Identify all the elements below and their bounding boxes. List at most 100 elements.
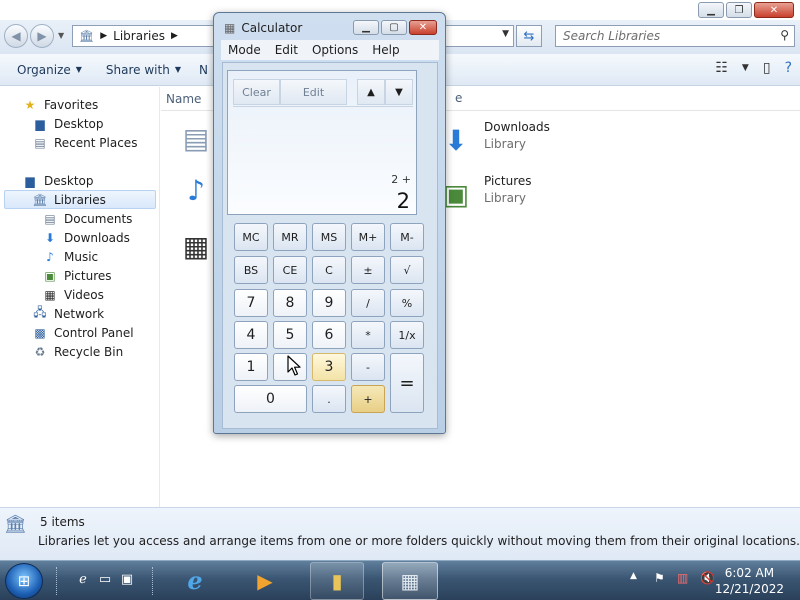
new-library-label: N <box>198 62 208 77</box>
organize-button[interactable]: Organize ▼ <box>8 63 91 77</box>
share-with-button[interactable]: Share with ▼ <box>97 63 190 77</box>
calculator-title-bar[interactable]: ▦ Calculator <box>224 21 302 35</box>
network-icon: 🖧 <box>33 305 47 319</box>
mc-button[interactable]: MC <box>234 223 268 251</box>
clear-entry-button[interactable]: CE <box>273 256 307 284</box>
m-minus-button[interactable]: M- <box>390 223 424 251</box>
menu-edit[interactable]: Edit <box>268 43 305 57</box>
digit-7-button[interactable]: 7 <box>234 289 268 317</box>
clear-button[interactable]: C <box>312 256 346 284</box>
nav-network[interactable]: 🖧 Network <box>32 304 104 323</box>
media-player-taskbar-button[interactable]: ▶ <box>238 562 292 600</box>
digit-1-button[interactable]: 1 <box>234 353 268 381</box>
add-button[interactable]: + <box>351 385 385 413</box>
nav-recent-places[interactable]: ▤ Recent Places <box>32 133 137 152</box>
nav-videos[interactable]: ▦ Videos <box>42 285 104 304</box>
digit-4-button[interactable]: 4 <box>234 321 268 349</box>
m-plus-button[interactable]: M+ <box>351 223 385 251</box>
nav-music[interactable]: ♪ Music <box>42 247 98 266</box>
multiply-button[interactable]: * <box>351 321 385 349</box>
nav-favorites[interactable]: ★ Favorites <box>22 95 99 114</box>
library-item-videos[interactable]: ▦ <box>176 226 216 266</box>
view-dropdown-icon[interactable]: ▼ <box>742 63 749 76</box>
library-item-type: Library <box>484 191 526 205</box>
forward-button[interactable]: ▶ <box>30 24 54 48</box>
minimize-button[interactable]: ▁ <box>698 2 724 18</box>
nav-libraries[interactable]: 🏛 Libraries <box>4 190 156 209</box>
nav-label: Pictures <box>64 268 112 283</box>
recent-pages-icon[interactable]: ▼ <box>58 31 64 40</box>
digit-0-button[interactable]: 0 <box>234 385 307 413</box>
library-item-music[interactable]: ♪ <box>176 170 216 210</box>
history-clear-button[interactable]: Clear <box>233 79 280 105</box>
search-icon[interactable]: ⚲ <box>780 28 789 42</box>
internet-explorer-quicklaunch-icon[interactable]: ℯ <box>74 570 92 588</box>
breadcrumb-libraries[interactable]: Libraries <box>113 29 165 43</box>
show-desktop-quicklaunch-icon[interactable]: ▭ <box>96 570 114 588</box>
equals-button[interactable]: = <box>390 353 424 413</box>
maximize-button[interactable]: ❐ <box>726 2 752 18</box>
address-dropdown-icon[interactable]: ▼ <box>502 29 509 39</box>
details-pane: 🏛 5 items Libraries let you access and a… <box>0 507 800 560</box>
history-up-button[interactable]: ▲ <box>357 79 385 105</box>
negate-button[interactable]: ± <box>351 256 385 284</box>
history-down-button[interactable]: ▼ <box>385 79 413 105</box>
action-center-flag-icon[interactable]: ⚑ <box>654 571 665 585</box>
digit-8-button[interactable]: 8 <box>273 289 307 317</box>
navigation-pane: ★ Favorites ▆ Desktop ▤ Recent Places ▆ … <box>0 87 160 507</box>
nav-documents[interactable]: ▤ Documents <box>42 209 132 228</box>
menu-help[interactable]: Help <box>365 43 406 57</box>
help-icon[interactable]: ? <box>785 60 792 76</box>
reciprocal-button[interactable]: 1/x <box>390 321 424 349</box>
digit-5-button[interactable]: 5 <box>273 321 307 349</box>
nav-desktop[interactable]: ▆ Desktop <box>22 171 93 190</box>
switch-windows-quicklaunch-icon[interactable]: ▣ <box>118 570 136 588</box>
change-view-icon[interactable]: ☷ <box>715 60 728 76</box>
subtract-button[interactable]: - <box>351 353 385 381</box>
nav-pictures[interactable]: ▣ Pictures <box>42 266 112 285</box>
close-button[interactable]: ✕ <box>754 2 794 18</box>
library-item-pictures[interactable]: ▣ Pictures Library <box>436 174 532 214</box>
breadcrumb-separator-icon[interactable]: ▶ <box>100 31 107 41</box>
name-column-header[interactable]: Name <box>166 92 201 106</box>
digit-6-button[interactable]: 6 <box>312 321 346 349</box>
volume-muted-icon[interactable]: 🔇 <box>700 571 715 585</box>
calculator-minimize-button[interactable]: ▁ <box>353 20 379 35</box>
decimal-button[interactable]: . <box>312 385 346 413</box>
menu-options[interactable]: Options <box>305 43 365 57</box>
digit-9-button[interactable]: 9 <box>312 289 346 317</box>
square-root-button[interactable]: √ <box>390 256 424 284</box>
ms-button[interactable]: MS <box>312 223 346 251</box>
mr-button[interactable]: MR <box>273 223 307 251</box>
nav-recycle-bin[interactable]: ♻ Recycle Bin <box>32 342 124 361</box>
history-edit-button[interactable]: Edit <box>280 79 347 105</box>
internet-explorer-taskbar-button[interactable]: ℯ <box>168 562 222 600</box>
show-hidden-icons-icon[interactable]: ▲ <box>630 571 637 581</box>
calculator-close-button[interactable]: ✕ <box>409 20 437 35</box>
backspace-button[interactable]: BS <box>234 256 268 284</box>
preview-pane-icon[interactable]: ▯ <box>763 60 771 76</box>
digit-3-button[interactable]: 3 <box>312 353 346 381</box>
explorer-window-controls: ▁ ❐ ✕ <box>698 2 794 18</box>
column-header-fragment[interactable]: e <box>455 91 462 105</box>
calculator-maximize-button[interactable]: ▢ <box>381 20 407 35</box>
breadcrumb-separator-icon[interactable]: ▶ <box>171 31 178 41</box>
search-input[interactable]: Search Libraries ⚲ <box>555 25 795 47</box>
nav-control-panel[interactable]: ▩ Control Panel <box>32 323 133 342</box>
explorer-taskbar-button[interactable]: ▮ <box>310 562 364 600</box>
start-button[interactable]: ⊞ <box>5 563 43 599</box>
taskbar-clock[interactable]: 6:02 AM 12/21/2022 <box>715 565 784 597</box>
nav-downloads[interactable]: ⬇ Downloads <box>42 228 130 247</box>
refresh-button[interactable]: ⇆ <box>516 25 542 47</box>
menu-mode[interactable]: Mode <box>221 43 268 57</box>
percent-button[interactable]: % <box>390 289 424 317</box>
view-controls: ☷ ▼ ▯ ? <box>715 60 792 76</box>
windows-logo-icon: ⊞ <box>17 572 31 590</box>
library-item-downloads[interactable]: ⬇ Downloads Library <box>436 120 550 160</box>
library-item-documents[interactable]: ▤ <box>176 118 216 158</box>
nav-desktop-favorite[interactable]: ▆ Desktop <box>32 114 103 133</box>
network-error-icon[interactable]: ▥ <box>677 571 688 585</box>
back-button[interactable]: ◀ <box>4 24 28 48</box>
divide-button[interactable]: / <box>351 289 385 317</box>
calculator-taskbar-button[interactable]: ▦ <box>382 562 438 600</box>
